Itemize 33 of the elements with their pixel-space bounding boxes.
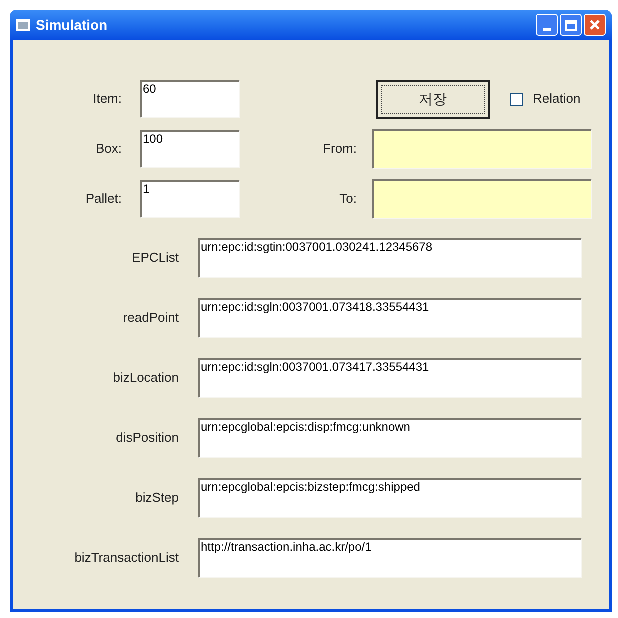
input-field[interactable]: urn:epc:id:sgtin:0037001.030241.12345678 (198, 238, 582, 278)
maximize-icon (565, 20, 577, 30)
input-field[interactable] (372, 179, 592, 219)
save-button[interactable]: 저장 (376, 80, 490, 118)
minimize-button[interactable] (536, 14, 558, 36)
input-field[interactable]: urn:epcglobal:epcis:bizstep:fmcg:shipped (198, 478, 582, 518)
checkbox[interactable] (510, 92, 523, 106)
input-field[interactable]: 100 (140, 130, 240, 168)
checkbox-label: Relation (533, 90, 581, 108)
field-label: bizTransactionList (74, 549, 179, 568)
maximize-button[interactable] (560, 14, 582, 36)
field-label: Box: (94, 140, 122, 158)
input-field[interactable]: urn:epcglobal:epcis:disp:fmcg:unknown (198, 418, 582, 458)
field-label: From: (322, 140, 357, 158)
minimize-icon (543, 28, 551, 31)
field-label: EPCList (131, 249, 179, 268)
input-field[interactable]: urn:epc:id:sgln:0037001.073418.33554431 (198, 298, 582, 338)
close-button[interactable] (584, 14, 606, 36)
input-field[interactable]: 1 (140, 180, 240, 218)
field-label: bizLocation (112, 369, 179, 388)
input-field[interactable]: 60 (140, 80, 240, 118)
field-label: Item: (92, 90, 122, 108)
close-icon (589, 19, 601, 31)
input-field[interactable]: urn:epc:id:sgln:0037001.073417.33554431 (198, 358, 582, 398)
field-label: To: (338, 190, 357, 208)
window-title: Simulation (36, 16, 108, 34)
field-label: disPosition (115, 429, 179, 448)
input-field[interactable]: http://transaction.inha.ac.kr/po/1 (198, 538, 582, 578)
field-label: bizStep (134, 489, 179, 508)
field-label: Pallet: (84, 190, 122, 208)
input-field[interactable] (372, 129, 592, 169)
field-label: readPoint (122, 309, 179, 328)
window-icon (16, 19, 30, 31)
